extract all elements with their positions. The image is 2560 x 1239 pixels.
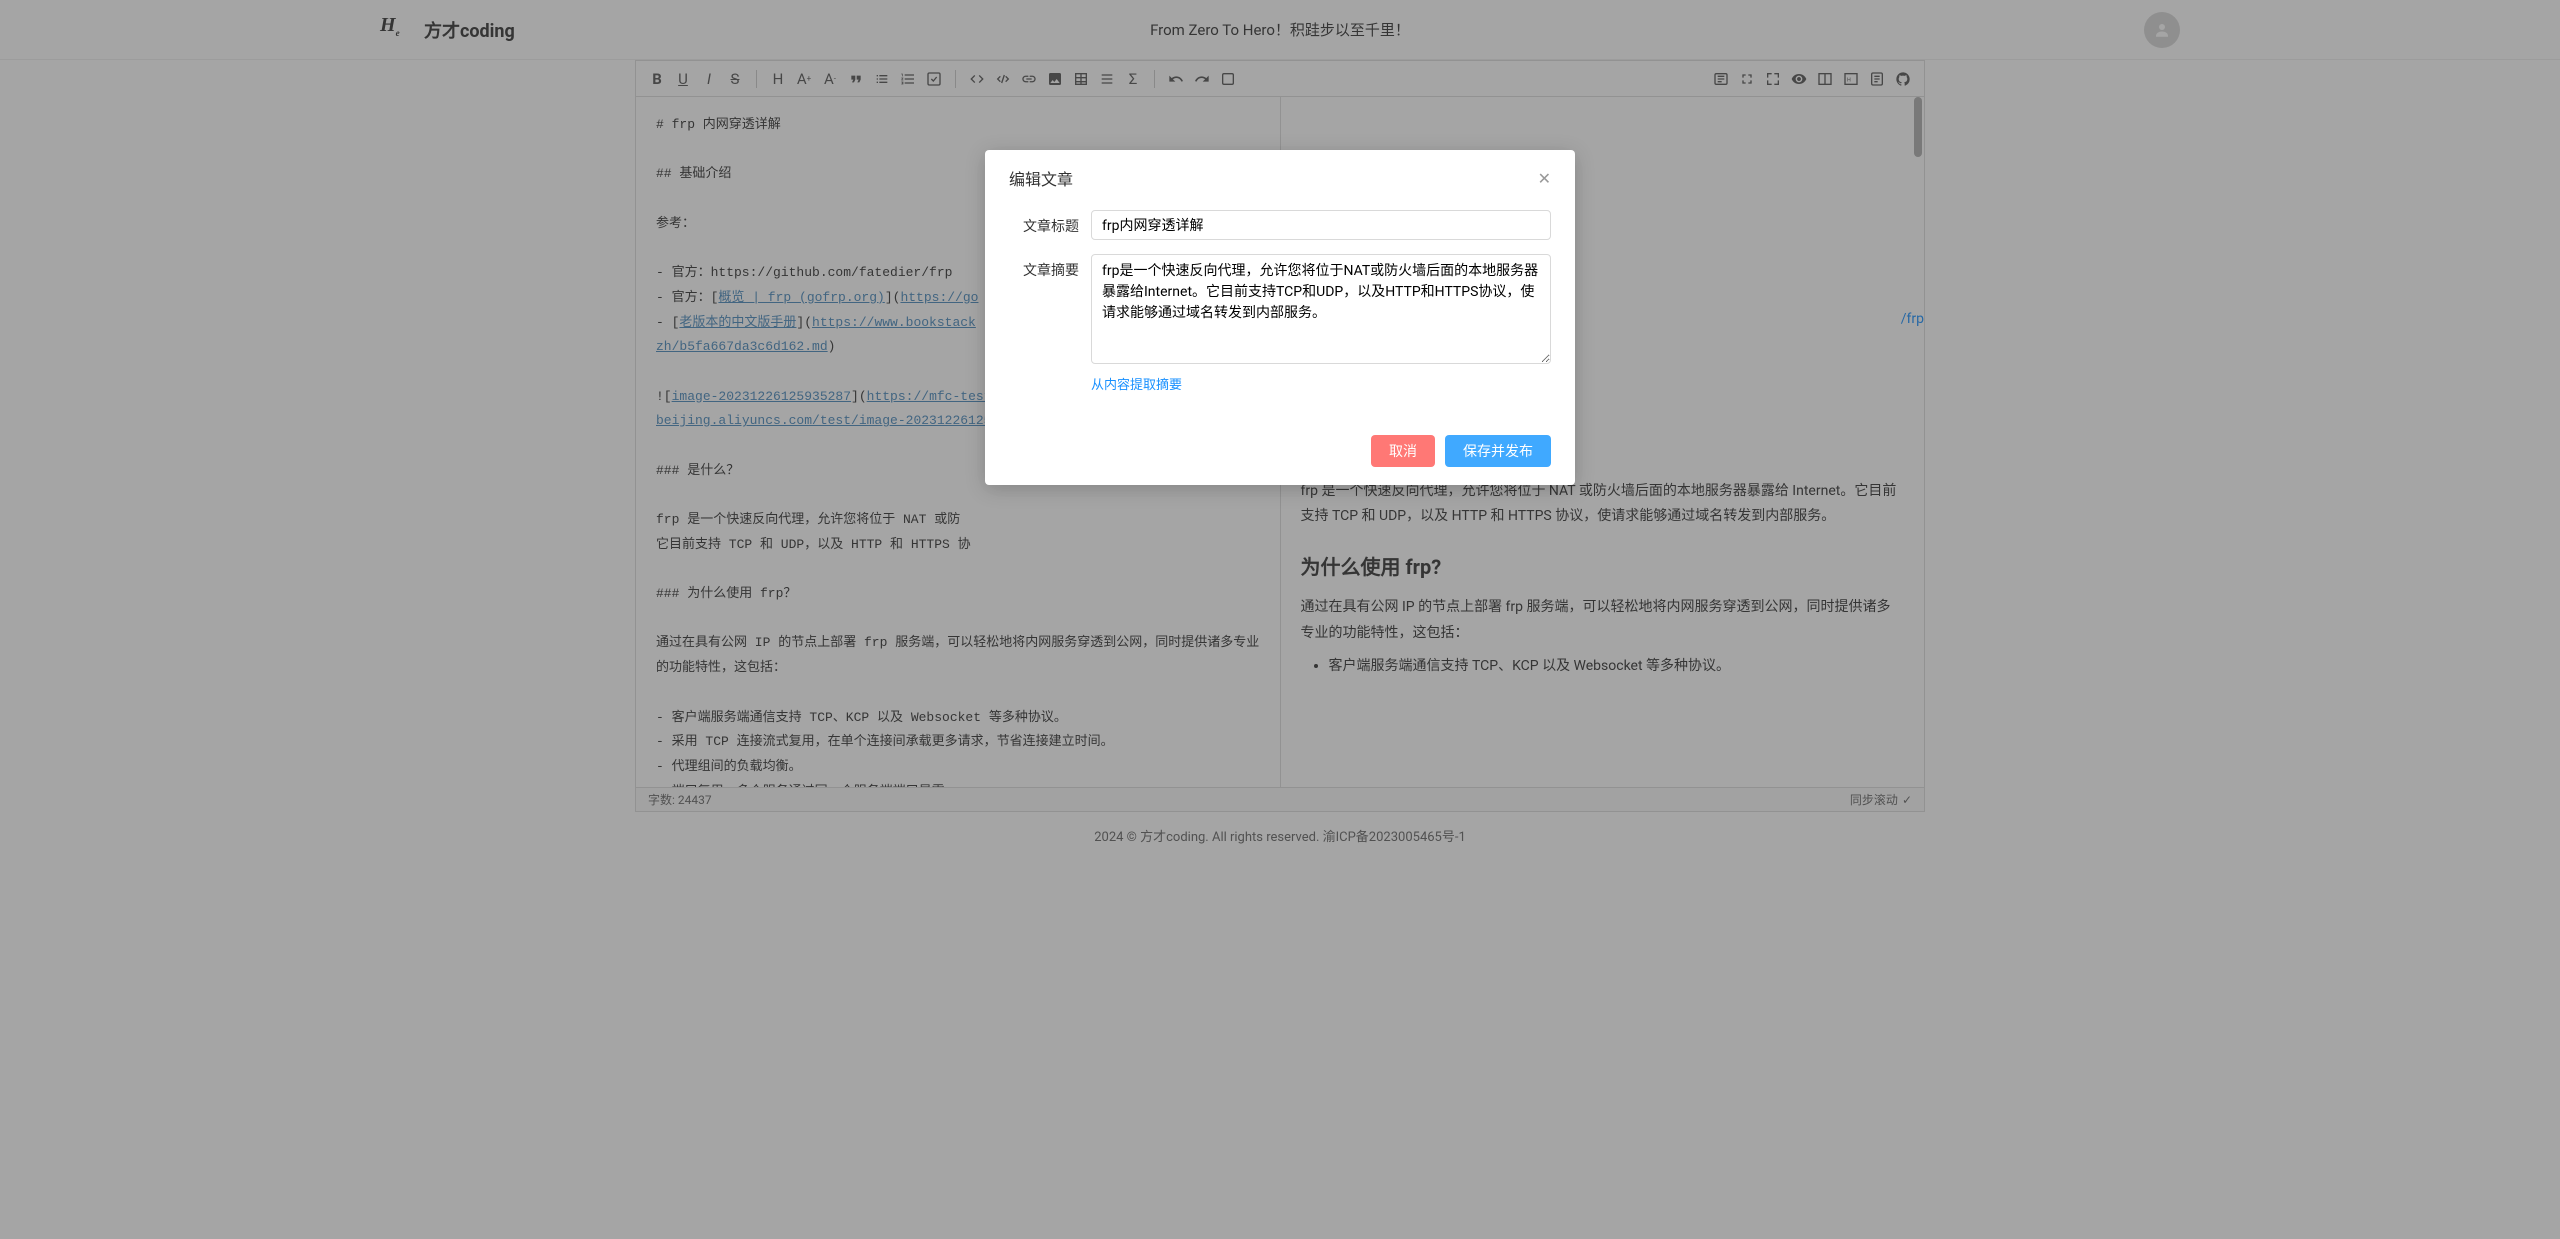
article-title-input[interactable] (1091, 210, 1551, 240)
label-article-summary: 文章摘要 (1009, 254, 1079, 280)
form-row-summary: 文章摘要 从内容提取摘要 (1009, 254, 1551, 393)
modal-footer: 取消 保存并发布 (985, 423, 1575, 485)
form-row-title: 文章标题 (1009, 210, 1551, 240)
cancel-button[interactable]: 取消 (1371, 435, 1435, 467)
extract-summary-link[interactable]: 从内容提取摘要 (1091, 378, 1182, 393)
label-article-title: 文章标题 (1009, 210, 1079, 236)
modal-body: 文章标题 文章摘要 从内容提取摘要 (985, 202, 1575, 423)
close-icon[interactable]: ✕ (1538, 169, 1551, 188)
article-summary-input[interactable] (1091, 254, 1551, 364)
modal-header: 编辑文章 ✕ (985, 150, 1575, 202)
modal-overlay[interactable]: 编辑文章 ✕ 文章标题 文章摘要 从内容提取摘要 取消 (0, 0, 2560, 1239)
modal-title: 编辑文章 (1009, 166, 1073, 190)
save-publish-button[interactable]: 保存并发布 (1445, 435, 1551, 467)
edit-article-modal: 编辑文章 ✕ 文章标题 文章摘要 从内容提取摘要 取消 (985, 150, 1575, 485)
